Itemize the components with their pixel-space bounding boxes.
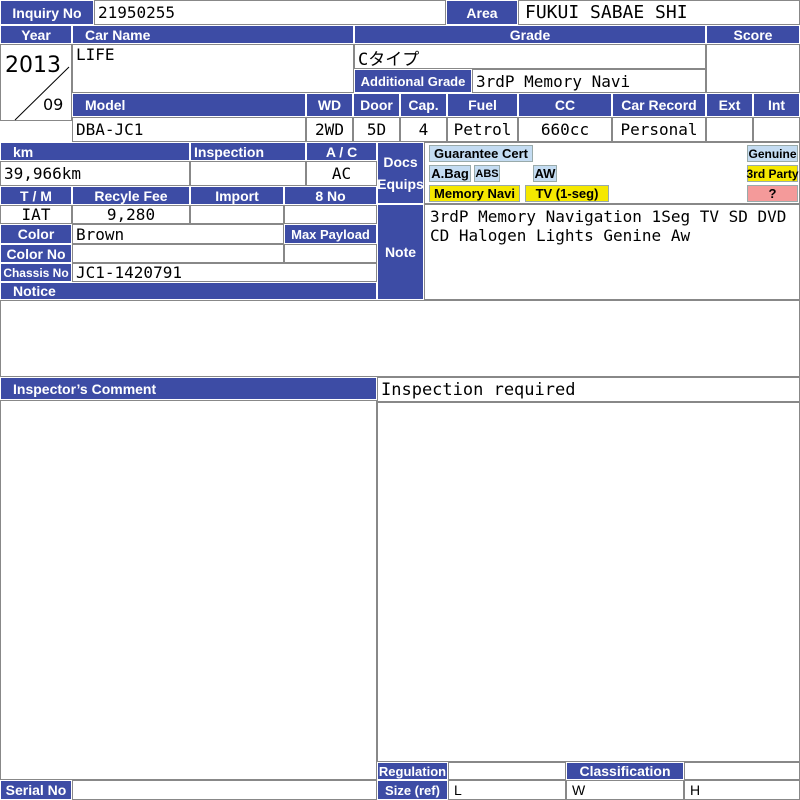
wd-label: WD [306,93,353,117]
score-label: Score [706,25,800,44]
model-value: DBA-JC1 [72,117,306,142]
docs-label: Docs [383,154,418,170]
serial-no-label: Serial No [0,780,72,800]
note-line-1: 3rdP Memory Navigation 1Seg TV SD DVD [430,207,787,226]
memory-navi-tag: Memory Navi [429,185,520,202]
cc-value: 660cc [518,117,612,142]
import-value [190,205,284,224]
airbag-tag: A.Bag [429,165,471,182]
size-width: W [566,780,684,800]
area-label: Area [446,0,518,25]
inquiry-no-label: Inquiry No [0,0,94,25]
color-no-label: Color No [0,244,72,263]
int-value [753,117,800,142]
fuel-label: Fuel [447,93,518,117]
regulation-value [448,762,566,780]
car-name-value: LIFE [72,44,354,93]
km-value: 39,966km [0,161,190,186]
car-record-value: Personal [612,117,706,142]
regulation-label: Regulation [377,762,448,780]
inspectors-comment-label: Inspector’s Comment [0,377,377,400]
inspectors-comment-area [0,400,377,780]
year-label: Year [0,25,72,44]
wd-value: 2WD [306,117,353,142]
genuine-tag: Genuine [747,145,798,162]
size-l-label: L [454,782,462,798]
color-label: Color [0,224,72,244]
grade-label: Grade [354,25,706,44]
comment-continuation-area [377,402,800,762]
max-payload-label: Max Payload [284,224,377,244]
note-label: Note [377,204,424,300]
docs-equips-label: Docs Equips [377,142,424,204]
recycle-fee-label: Recyle Fee [72,186,190,205]
additional-grade-label: Additional Grade [354,69,472,93]
tm-label: T / M [0,186,72,205]
car-name-label: Car Name [72,25,354,44]
year-value: 2013 [5,53,61,78]
km-label: km [0,142,190,161]
recycle-fee-value: 9,280 [72,205,190,224]
color-no-value [72,244,284,263]
aw-tag: AW [533,165,557,182]
serial-no-value [72,780,377,800]
size-h-label: H [690,782,701,798]
chassis-no-label: Chassis No [0,263,72,282]
size-length: L [448,780,566,800]
notice-label: Notice [0,282,377,300]
note-value: 3rdP Memory Navigation 1Seg TV SD DVD CD… [424,204,800,300]
tm-value: IAT [0,205,72,224]
ac-label: A / C [306,142,377,161]
tv-1seg-tag: TV (1-seg) [525,185,609,202]
notice-value [0,300,800,377]
max-payload-value [284,244,377,263]
comment-text: Inspection required [377,377,800,402]
int-label: Int [753,93,800,117]
inspection-value [190,161,306,186]
model-label: Model [72,93,306,117]
auction-sheet: Inquiry No 21950255 Area FUKUI SABAE SHI… [0,0,800,800]
door-value: 5D [353,117,400,142]
eight-no-value [284,205,377,224]
size-height: H [684,780,800,800]
size-w-label: W [572,782,586,798]
grade-value: Cタイプ [354,44,706,69]
door-label: Door [353,93,400,117]
cap-value: 4 [400,117,447,142]
ac-value: AC [306,161,377,186]
import-label: Import [190,186,284,205]
score-value [706,44,800,93]
month-value: 09 [43,95,64,114]
ext-label: Ext [706,93,753,117]
note-line-2: CD Halogen Lights Genine Aw [430,226,691,245]
year-box: 2013 09 [0,44,72,121]
classification-value [684,762,800,780]
unknown-tag: ? [747,185,798,202]
cc-label: CC [518,93,612,117]
car-record-label: Car Record [612,93,706,117]
additional-grade-value: 3rdP Memory Navi [472,69,706,93]
fuel-value: Petrol [447,117,518,142]
cap-label: Cap. [400,93,447,117]
third-party-tag: 3rd Party [746,165,799,182]
abs-tag: ABS [474,165,500,182]
guarantee-cert-tag: Guarantee Cert [429,145,533,162]
eight-no-label: 8 No [284,186,377,205]
area-value: FUKUI SABAE SHI [518,0,800,25]
inquiry-no-value: 21950255 [94,0,446,25]
color-value: Brown [72,224,284,244]
chassis-no-value: JC1-1420791 [72,263,377,282]
classification-label: Classification [566,762,684,780]
inspection-label: Inspection [190,142,306,161]
size-ref-label: Size (ref) [377,780,448,800]
equips-label: Equips [377,176,424,192]
ext-value [706,117,753,142]
